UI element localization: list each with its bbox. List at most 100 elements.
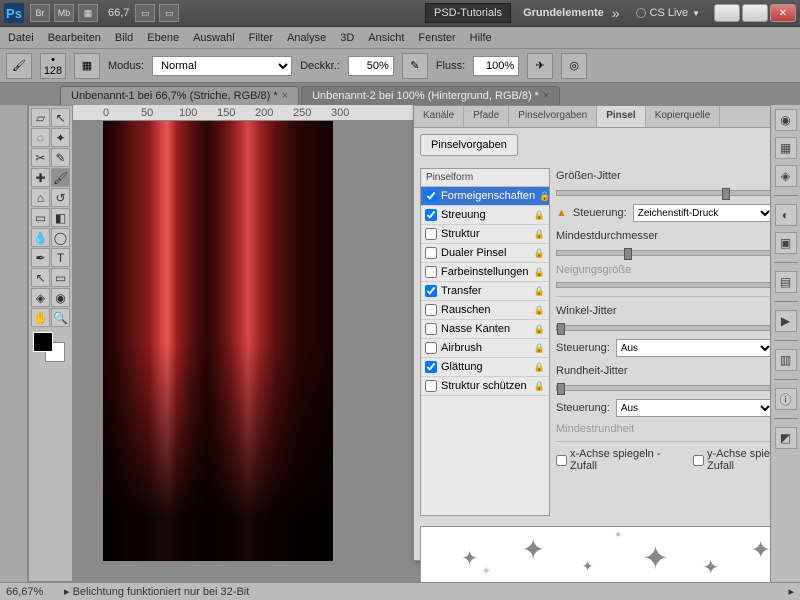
adjustments-panel-icon[interactable]: ◐ <box>775 204 797 226</box>
canvas[interactable] <box>103 121 333 561</box>
brush-option-9[interactable]: Glättung🔒 <box>421 358 549 377</box>
maximize-button[interactable]: ☐ <box>742 4 768 22</box>
tab-kanaele[interactable]: Kanäle <box>414 106 464 127</box>
menu-analyse[interactable]: Analyse <box>287 32 326 44</box>
close-icon[interactable]: × <box>543 90 549 102</box>
doc-tab-1[interactable]: Unbenannt-1 bei 66,7% (Striche, RGB/8) *… <box>60 86 299 105</box>
heal-tool[interactable]: ✚ <box>31 168 50 187</box>
brush-option-8[interactable]: Airbrush🔒 <box>421 339 549 358</box>
opacity-pressure-icon[interactable]: ✎ <box>402 53 428 79</box>
brush-option-10[interactable]: Struktur schützen🔒 <box>421 377 549 396</box>
checkbox[interactable] <box>425 304 437 316</box>
checkbox[interactable] <box>425 266 437 278</box>
checkbox[interactable] <box>425 342 437 354</box>
lock-icon[interactable]: 🔒 <box>534 324 545 335</box>
list-header[interactable]: Pinselform <box>421 169 549 187</box>
rundheit-slider[interactable] <box>556 385 770 391</box>
pen-tool[interactable]: ✒ <box>31 248 50 267</box>
menu-fenster[interactable]: Fenster <box>418 32 455 44</box>
tab-pinselvorgaben[interactable]: Pinselvorgaben <box>509 106 597 127</box>
stamp-tool[interactable]: ⌂ <box>31 188 50 207</box>
menu-ansicht[interactable]: Ansicht <box>368 32 404 44</box>
close-icon[interactable]: × <box>282 90 288 102</box>
workspace-name[interactable]: Grundelemente <box>523 7 604 19</box>
close-button[interactable]: ✕ <box>770 4 796 22</box>
steuerung-select-3[interactable]: Aus <box>616 399 770 417</box>
deckkr-input[interactable] <box>348 56 394 76</box>
arrange-button[interactable]: ▭ <box>135 4 155 22</box>
brush-option-4[interactable]: Farbeinstellungen🔒 <box>421 263 549 282</box>
checkbox[interactable] <box>425 361 437 373</box>
lock-icon[interactable]: 🔒 <box>534 210 545 221</box>
doc-tab-2[interactable]: Unbenannt-2 bei 100% (Hintergrund, RGB/8… <box>301 86 560 105</box>
tab-kopierquelle[interactable]: Kopierquelle <box>646 106 721 127</box>
brush-option-2[interactable]: Struktur🔒 <box>421 225 549 244</box>
crop-tool[interactable]: ✂ <box>31 148 50 167</box>
lock-icon[interactable]: 🔒 <box>534 229 545 240</box>
checkbox[interactable] <box>425 380 437 392</box>
marquee-tool[interactable]: ↖ <box>51 108 70 127</box>
lock-icon[interactable]: 🔒 <box>534 286 545 297</box>
menu-datei[interactable]: Datei <box>8 32 34 44</box>
brush-option-6[interactable]: Rauschen🔒 <box>421 301 549 320</box>
checkbox[interactable] <box>425 190 437 202</box>
shape-tool[interactable]: ▭ <box>51 268 70 287</box>
modus-select[interactable]: Normal <box>152 56 292 76</box>
fluss-input[interactable] <box>473 56 519 76</box>
brush-option-3[interactable]: Dualer Pinsel🔒 <box>421 244 549 263</box>
eyedropper-tool[interactable]: ✎ <box>51 148 70 167</box>
brush-preset-picker[interactable]: •128 <box>40 53 66 79</box>
brush-panel-toggle[interactable]: ▦ <box>74 53 100 79</box>
menu-auswahl[interactable]: Auswahl <box>193 32 235 44</box>
actions-panel-icon[interactable]: ▥ <box>775 349 797 371</box>
lock-icon[interactable]: 🔒 <box>534 343 545 354</box>
zoom-tool[interactable]: 🔍 <box>51 308 70 327</box>
gradient-tool[interactable]: ◧ <box>51 208 70 227</box>
menu-3d[interactable]: 3D <box>340 32 354 44</box>
minibridge-button[interactable]: Mb <box>54 4 74 22</box>
brush-option-0[interactable]: Formeigenschaften🔒 <box>421 187 549 206</box>
steuerung-select-2[interactable]: Aus <box>616 339 770 357</box>
move-tool[interactable]: ▱ <box>31 108 50 127</box>
workspace-button[interactable]: PSD-Tutorials <box>425 3 511 23</box>
view-extras-button[interactable]: ▦ <box>78 4 98 22</box>
styles-panel-icon[interactable]: ◈ <box>775 165 797 187</box>
minimize-button[interactable]: — <box>714 4 740 22</box>
min-diameter-slider[interactable] <box>556 250 770 256</box>
tablet-pressure-icon[interactable]: ◎ <box>561 53 587 79</box>
brush-tool[interactable]: 🖌 <box>51 168 70 187</box>
hand-tool[interactable]: ✋ <box>31 308 50 327</box>
layers-panel-icon[interactable]: ▤ <box>775 271 797 293</box>
menu-filter[interactable]: Filter <box>249 32 273 44</box>
3d-tool[interactable]: ◈ <box>31 288 50 307</box>
status-zoom[interactable]: 66,67% <box>6 586 56 598</box>
lock-icon[interactable]: 🔒 <box>534 248 545 259</box>
tab-pinsel[interactable]: Pinsel <box>597 106 645 127</box>
path-select-tool[interactable]: ↖ <box>31 268 50 287</box>
wand-tool[interactable]: ✦ <box>51 128 70 147</box>
color-panel-icon[interactable]: ◉ <box>775 109 797 131</box>
navigator-panel-icon[interactable]: ◩ <box>775 427 797 449</box>
checkbox[interactable] <box>425 228 437 240</box>
size-jitter-slider[interactable] <box>556 190 770 196</box>
3d-camera-tool[interactable]: ◉ <box>51 288 70 307</box>
zoom-level[interactable]: 66,7 <box>108 7 129 19</box>
eraser-tool[interactable]: ▭ <box>31 208 50 227</box>
steuerung-select-1[interactable]: Zeichenstift-Druck <box>633 204 770 222</box>
cslive-button[interactable]: CS Live▼ <box>636 7 700 19</box>
checkbox[interactable] <box>425 323 437 335</box>
lock-icon[interactable]: 🔒 <box>534 362 545 373</box>
lock-icon[interactable]: 🔒 <box>534 305 545 316</box>
checkbox[interactable] <box>425 285 437 297</box>
brush-option-1[interactable]: Streuung🔒 <box>421 206 549 225</box>
menu-ebene[interactable]: Ebene <box>147 32 179 44</box>
tab-pfade[interactable]: Pfade <box>464 106 509 127</box>
y-flip-checkbox[interactable]: y-Achse spiegeln - Zufall <box>693 448 770 472</box>
dodge-tool[interactable]: ◯ <box>51 228 70 247</box>
swatches-panel-icon[interactable]: ▦ <box>775 137 797 159</box>
brush-presets-button[interactable]: Pinselvorgaben <box>420 134 518 156</box>
checkbox[interactable] <box>425 209 437 221</box>
checkbox[interactable] <box>425 247 437 259</box>
lasso-tool[interactable]: ◌ <box>31 128 50 147</box>
brush-option-5[interactable]: Transfer🔒 <box>421 282 549 301</box>
